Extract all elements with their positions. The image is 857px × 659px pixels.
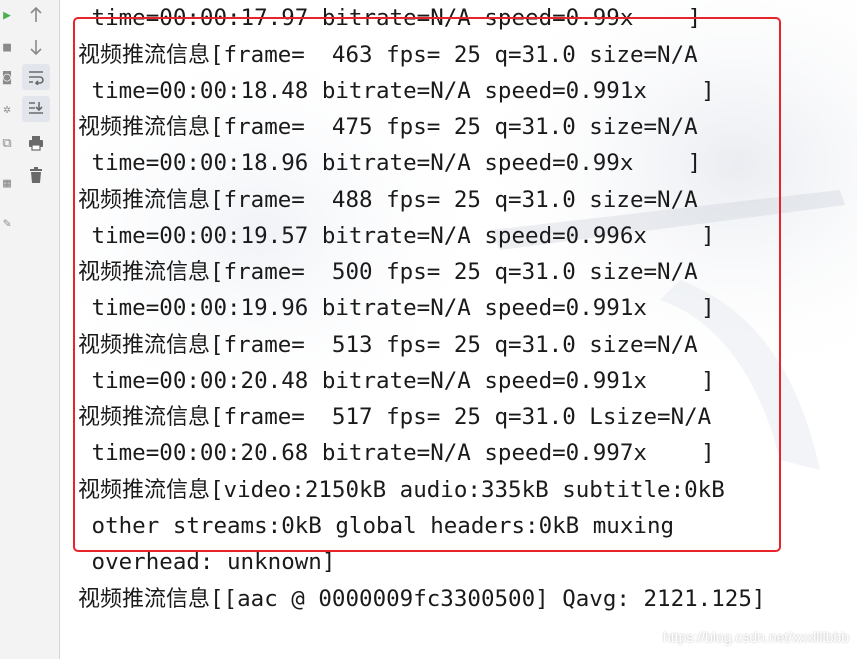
restore-layout-icon[interactable]: ⧉ (0, 134, 14, 152)
settings-icon[interactable]: ✲ (0, 100, 14, 118)
soft-wrap-icon[interactable] (22, 64, 50, 90)
arrow-down-icon[interactable] (22, 34, 50, 60)
print-icon[interactable] (22, 130, 50, 156)
camera-icon[interactable]: ◙ (0, 68, 14, 86)
stop-icon[interactable]: ■ (0, 38, 14, 56)
scroll-to-end-icon[interactable] (22, 96, 50, 122)
layout-icon[interactable]: ▦ (0, 174, 14, 192)
trash-icon[interactable] (22, 162, 50, 188)
pin-icon[interactable]: ✎ (0, 214, 14, 232)
arrow-up-icon[interactable] (22, 2, 50, 28)
highlight-annotation-box (73, 17, 781, 552)
run-icon[interactable]: ▶ (0, 6, 14, 24)
watermark: https://blog.csdn.net/xxxllllbbb (663, 629, 849, 645)
console-line: 视频推流信息[[aac @ 0000009fc3300500] Qavg: 21… (78, 586, 766, 612)
console-toolbar: ▶ ■ ◙ ✲ ⧉ ▦ ✎ (0, 0, 60, 659)
